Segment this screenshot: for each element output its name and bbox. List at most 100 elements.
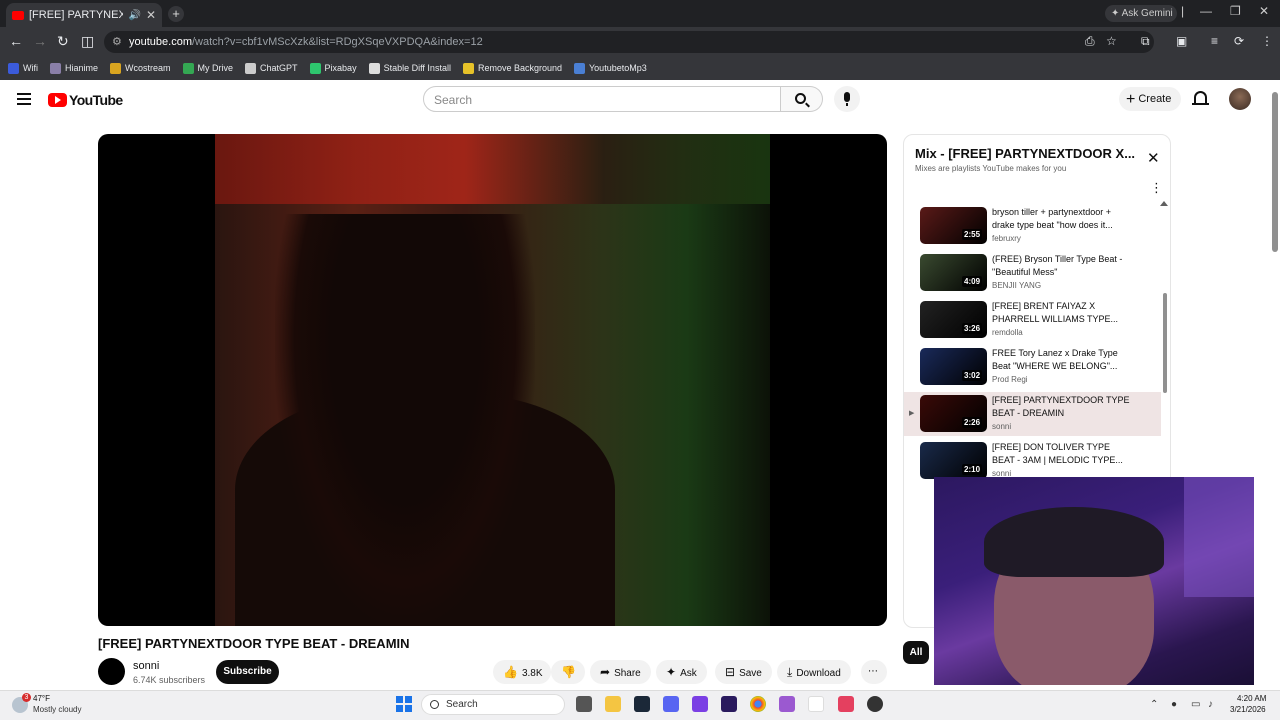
bookmark-item[interactable]: Hianime [50, 62, 99, 74]
playlist-subtitle: Mixes are playlists YouTube makes for yo… [915, 164, 1067, 173]
more-actions-button[interactable]: ⋯ [861, 660, 887, 684]
page-scrollbar[interactable] [1272, 92, 1278, 252]
tiktok-icon[interactable] [838, 696, 854, 712]
clock-date: 3/21/2026 [1230, 705, 1266, 714]
playlist-scrollbar[interactable] [1163, 293, 1167, 393]
tab-search-icon[interactable]: ▣ [1176, 34, 1187, 48]
search-button[interactable] [781, 86, 823, 112]
split-view-icon[interactable]: ◫ [81, 33, 94, 50]
save-button[interactable]: ⊟ Save [715, 660, 772, 684]
ask-gemini-button[interactable]: ✦ Ask Gemini [1105, 5, 1177, 22]
bookmark-item[interactable]: Stable Diff Install [368, 62, 451, 74]
profile-sync-icon[interactable]: ⟳ [1234, 34, 1244, 48]
dislike-button[interactable]: 👎 [551, 660, 585, 684]
app-icon[interactable] [779, 696, 795, 712]
bookmark-item[interactable]: ChatGPT [245, 62, 298, 74]
network-icon[interactable]: ▭ [1191, 699, 1200, 710]
menu-icon[interactable] [17, 93, 31, 105]
bookmark-item[interactable]: Remove Background [462, 62, 562, 74]
playlist-item-title[interactable]: [FREE] DON TOLIVER TYPE BEAT - 3AM | MEL… [992, 441, 1132, 467]
obs-icon[interactable] [867, 696, 883, 712]
close-tab-icon[interactable]: ✕ [146, 8, 156, 22]
like-button[interactable]: 👍 3.8K [493, 660, 551, 684]
playlist-item[interactable]: 2:55 bryson tiller + partynextdoor + drak… [904, 204, 1161, 248]
playlist-item[interactable]: ▶ 2:26 [FREE] PARTYNEXTDOOR TYPE BEAT - DR… [904, 392, 1161, 436]
share-button[interactable]: ➦ Share [590, 660, 651, 684]
mic-tray-icon[interactable]: ● [1171, 699, 1177, 710]
playlist-item[interactable]: 3:02 FREE Tory Lanez x Drake Type Beat "W… [904, 345, 1161, 389]
bookmark-item[interactable]: YoutubetoMp3 [574, 62, 647, 74]
ask-button[interactable]: ✦ Ask [656, 660, 707, 684]
bookmark-item[interactable]: My Drive [182, 62, 233, 74]
channel-name[interactable]: sonni [133, 660, 159, 672]
text-app-icon[interactable] [808, 696, 824, 712]
chip-all[interactable]: All [903, 641, 929, 664]
bookmark-favicon-icon [182, 62, 194, 74]
restore-icon[interactable]: ❐ [1230, 4, 1241, 18]
chrome-icon[interactable] [750, 696, 766, 712]
bookmark-label: Hianime [65, 63, 99, 73]
volume-icon[interactable]: ♪ [1208, 699, 1213, 710]
playlist-item[interactable]: 3:26 [FREE] BRENT FAIYAZ X PHARRELL WILLI… [904, 298, 1161, 342]
playlist-item[interactable]: 4:09 (FREE) Bryson Tiller Type Beat - "Be… [904, 251, 1161, 295]
like-count: 3.8K [521, 668, 543, 679]
file-explorer-icon[interactable] [605, 696, 621, 712]
bookmark-item[interactable]: Wifi [8, 62, 38, 74]
youtube-logo-text: YouTube [69, 92, 123, 108]
discord-icon[interactable] [663, 696, 679, 712]
playlist-item-title[interactable]: bryson tiller + partynextdoor + drake ty… [992, 206, 1132, 232]
bookmark-item[interactable]: Wcostream [110, 62, 171, 74]
media-control-icon[interactable]: ≡ [1211, 34, 1218, 48]
browser-menu-icon[interactable]: ⋮ [1261, 34, 1273, 48]
video-player[interactable] [98, 134, 887, 626]
bookmark-star-icon[interactable]: ☆ [1106, 34, 1117, 48]
close-window-icon[interactable]: ✕ [1259, 4, 1269, 18]
voice-search-icon[interactable] [834, 86, 860, 112]
app-grid-icon[interactable] [692, 696, 708, 712]
speaker-icon[interactable]: 🔊 [128, 10, 140, 21]
site-info-icon[interactable]: ⚙ [112, 31, 122, 53]
create-button[interactable]: + Create [1119, 87, 1181, 111]
subscribe-button[interactable]: Subscribe [216, 660, 279, 684]
extensions-icon[interactable]: ⧉ [1141, 34, 1150, 49]
channel-avatar[interactable] [98, 658, 125, 685]
search-input[interactable]: Search [423, 86, 781, 112]
forward-icon[interactable]: → [33, 33, 47, 49]
reload-icon[interactable]: ↻ [57, 33, 69, 50]
url-domain: youtube.com [129, 36, 192, 48]
bookmark-item[interactable]: Pixabay [309, 62, 357, 74]
browser-tab[interactable]: [FREE] PARTYNEXTDOOR TYPE BEAT - DREAMIN… [6, 3, 162, 27]
url-path: /watch?v=cbf1vMScXzk&list=RDgXSqeVXPDQA&… [191, 36, 483, 48]
taskbar-search[interactable]: Search [421, 694, 565, 715]
steam-icon[interactable] [634, 696, 650, 712]
playlist-item-channel: sonni [992, 422, 1012, 431]
share-icon: ➦ [600, 665, 611, 679]
playlist-item-duration: 2:26 [962, 417, 983, 428]
playlist-item-title[interactable]: [FREE] BRENT FAIYAZ X PHARRELL WILLIAMS … [992, 300, 1132, 326]
playlist-item-title[interactable]: FREE Tory Lanez x Drake Type Beat "WHERE… [992, 347, 1132, 373]
bookmark-favicon-icon [8, 62, 19, 74]
minimize-icon[interactable]: — [1200, 4, 1212, 18]
download-button[interactable]: ⤓ Download [777, 660, 851, 684]
notifications-bell-icon[interactable] [1192, 91, 1209, 105]
playlist-item-channel: Prod Regi [992, 375, 1028, 384]
task-view-icon[interactable] [576, 696, 592, 712]
back-icon[interactable]: ← [9, 33, 23, 49]
address-bar[interactable]: ⚙ youtube.com/watch?v=cbf1vMScXzk&list=R… [104, 31, 1154, 53]
scroll-up-icon[interactable] [1160, 201, 1168, 206]
premiere-icon[interactable] [721, 696, 737, 712]
start-icon[interactable] [396, 696, 412, 712]
avatar[interactable] [1229, 88, 1251, 110]
playlist-item-channel: BENJII YANG [992, 281, 1042, 290]
youtube-logo[interactable]: YouTube [48, 92, 123, 108]
new-tab-button[interactable]: + [168, 6, 184, 22]
close-playlist-icon[interactable]: ✕ [1147, 149, 1160, 167]
playlist-more-icon[interactable]: ⋮ [1150, 181, 1163, 194]
install-app-icon[interactable]: ⎙ [1085, 34, 1095, 49]
playlist-item-duration: 3:26 [962, 323, 983, 334]
playlist-item-title[interactable]: (FREE) Bryson Tiller Type Beat - "Beauti… [992, 253, 1132, 279]
divider-icon: | [1181, 4, 1185, 18]
bookmark-favicon-icon [309, 62, 321, 74]
playlist-item-title[interactable]: [FREE] PARTYNEXTDOOR TYPE BEAT - DREAMIN [992, 394, 1132, 420]
tray-chevron-icon[interactable]: ⌃ [1150, 699, 1158, 710]
